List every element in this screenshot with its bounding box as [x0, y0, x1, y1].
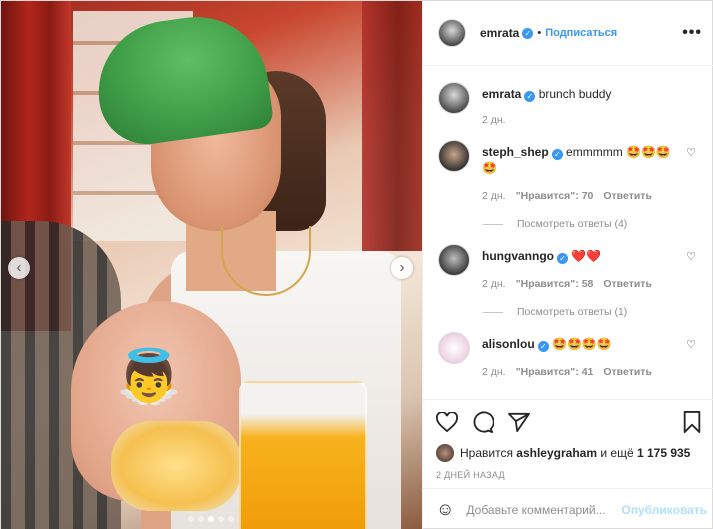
share-paper-plane-icon[interactable]: [508, 412, 530, 436]
comment-text: 🤩🤩🤩🤩: [552, 337, 612, 351]
carousel-dot: [218, 516, 224, 522]
angel-emoji-sticker: 👼: [116, 348, 182, 406]
reply-button[interactable]: Ответить: [603, 364, 652, 380]
post-side-panel: emrata ✓ • Подписаться ••• emrata ✓ brunc…: [422, 1, 713, 529]
yellow-blanket: [111, 421, 241, 511]
verified-badge-icon: ✓: [557, 253, 568, 264]
instagram-post-window: 👼 ‹ › emrata ✓ • Подписаться ••• emrata …: [0, 0, 713, 529]
separator-dot: •: [537, 27, 542, 39]
verified-badge-icon: ✓: [524, 91, 536, 102]
like-comment-heart-icon[interactable]: ♡: [686, 146, 696, 159]
emoji-smile-icon[interactable]: ☺: [436, 499, 454, 520]
red-curtain-right: [362, 1, 422, 251]
commenter-avatar[interactable]: [438, 244, 470, 276]
comment-likes-count[interactable]: "Нравится": 58: [516, 276, 594, 292]
post-header: emrata ✓ • Подписаться •••: [423, 1, 713, 66]
author-avatar[interactable]: [438, 19, 466, 47]
author-username[interactable]: emrata: [480, 26, 519, 40]
post-actions: Нравится ashleygraham и ещё 1 175 935 2 …: [423, 399, 713, 480]
follow-button[interactable]: Подписаться: [545, 27, 617, 39]
comment-item: alisonlou ✓ 🤩🤩🤩🤩 2 дн. "Нравится": 41 Отв…: [438, 332, 702, 380]
commenter-avatar[interactable]: [438, 140, 470, 172]
view-replies-label: Посмотреть ответы (4): [517, 218, 628, 230]
carousel-dot: [188, 516, 194, 522]
post-photo[interactable]: 👼 ‹ ›: [1, 1, 422, 529]
carousel-dot-active: [208, 516, 214, 522]
caption-avatar[interactable]: [438, 82, 470, 114]
carousel-dot: [198, 516, 204, 522]
commenter-username[interactable]: hungvanngo: [482, 249, 554, 263]
commenter-username[interactable]: alisonlou: [482, 337, 535, 351]
previous-photo-button[interactable]: ‹: [8, 257, 30, 279]
liker-avatar: [436, 444, 454, 462]
commenter-username[interactable]: steph_shep: [482, 145, 549, 159]
comment-bubble-icon[interactable]: [472, 411, 495, 437]
replies-line: [483, 311, 503, 313]
likes-count[interactable]: 1 175 935: [637, 446, 690, 460]
more-options-icon[interactable]: •••: [682, 24, 702, 42]
likes-prefix: Нравится: [460, 446, 513, 460]
caption-text: brunch buddy: [538, 87, 612, 101]
orange-juice-glass: [239, 381, 367, 529]
add-comment-bar: ☺ Опубликовать: [423, 488, 713, 529]
replies-line: [483, 223, 503, 225]
comment-item: hungvanngo ✓ ❤️❤️ 2 дн. "Нравится": 58 От…: [438, 244, 702, 292]
comment-text: ❤️❤️: [571, 249, 602, 263]
save-bookmark-icon[interactable]: [682, 411, 702, 437]
post-date[interactable]: 2 ДНЕЙ НАЗАД: [436, 470, 702, 480]
reply-button[interactable]: Ответить: [603, 276, 652, 292]
like-heart-icon[interactable]: [436, 411, 458, 436]
comment-input[interactable]: [466, 502, 622, 517]
caption-username[interactable]: emrata: [482, 87, 521, 101]
liker-username[interactable]: ashleygraham: [516, 446, 597, 460]
view-replies-link[interactable]: Посмотреть ответы (1): [483, 306, 702, 318]
publish-button[interactable]: Опубликовать: [621, 503, 707, 517]
carousel-dot: [228, 516, 234, 522]
verified-badge-icon: ✓: [551, 149, 563, 160]
comment-time[interactable]: 2 дн.: [482, 188, 506, 204]
verified-badge-icon: ✓: [537, 341, 549, 352]
like-comment-heart-icon[interactable]: ♡: [686, 338, 696, 351]
reply-button[interactable]: Ответить: [603, 188, 652, 204]
next-photo-button[interactable]: ›: [391, 257, 413, 279]
comment-time[interactable]: 2 дн.: [482, 276, 506, 292]
action-icons-row: [436, 410, 702, 438]
view-replies-link[interactable]: Посмотреть ответы (4): [483, 218, 702, 230]
like-comment-heart-icon[interactable]: ♡: [686, 250, 696, 263]
comment-likes-count[interactable]: "Нравится": 41: [516, 364, 594, 380]
verified-badge-icon: ✓: [522, 27, 534, 39]
commenter-avatar[interactable]: [438, 332, 470, 364]
carousel-dots: [188, 516, 234, 522]
comment-item: steph_shep ✓ emmmmm 🤩🤩🤩🤩 2 дн. "Нравится"…: [438, 140, 702, 204]
caption-time[interactable]: 2 дн.: [482, 112, 506, 128]
caption: emrata ✓ brunch buddy 2 дн.: [438, 82, 702, 128]
likes-and: и ещё: [600, 446, 634, 460]
view-replies-label: Посмотреть ответы (1): [517, 306, 628, 318]
comments-list[interactable]: emrata ✓ brunch buddy 2 дн. steph_shep ✓ e…: [423, 66, 713, 399]
comment-likes-count[interactable]: "Нравится": 70: [516, 188, 594, 204]
comment-time[interactable]: 2 дн.: [482, 364, 506, 380]
likes-summary[interactable]: Нравится ashleygraham и ещё 1 175 935: [436, 444, 702, 462]
